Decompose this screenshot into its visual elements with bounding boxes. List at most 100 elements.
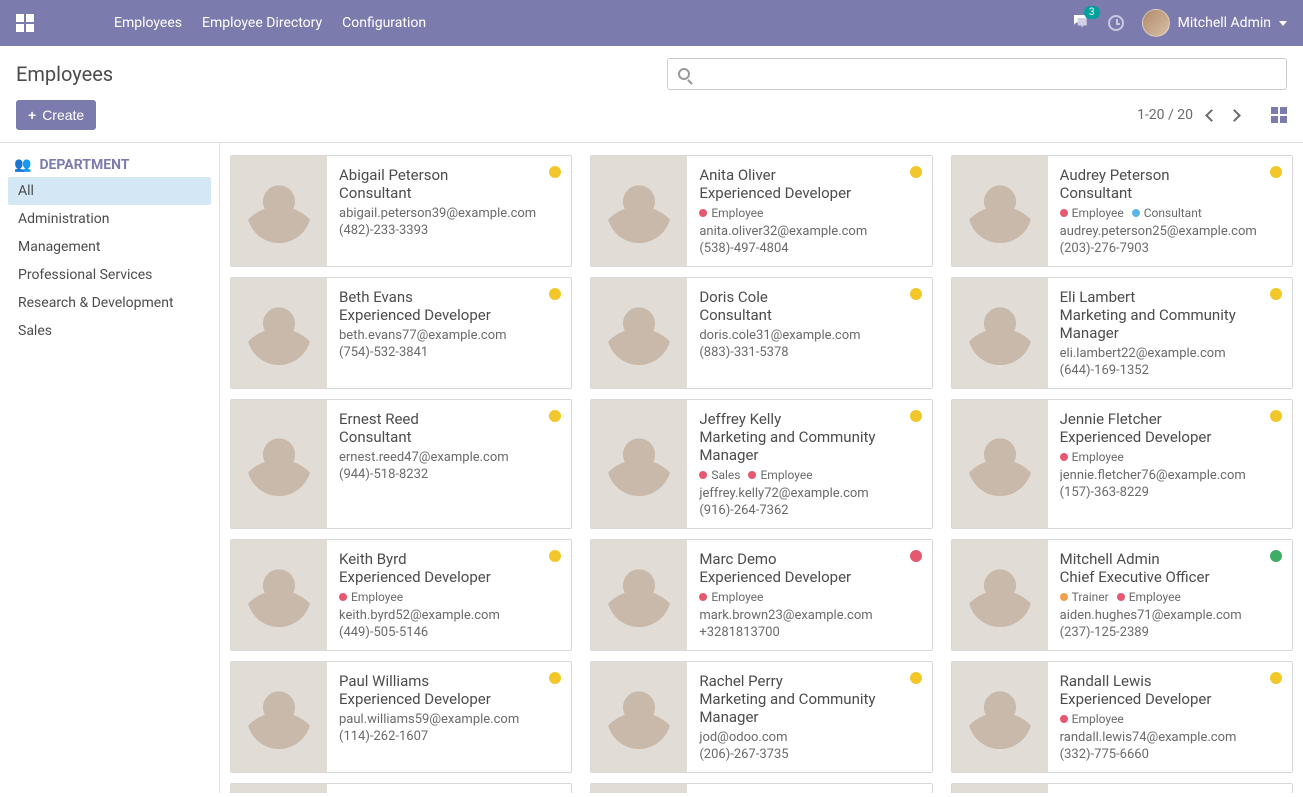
- employee-name: Jeffrey Kelly: [699, 410, 919, 428]
- controlbar: Employees: [0, 46, 1303, 96]
- employee-email: beth.evans77@example.com: [339, 328, 559, 343]
- status-dot[interactable]: [549, 550, 561, 562]
- employee-card[interactable]: Randall LewisExperienced DeveloperEmploy…: [951, 661, 1293, 773]
- employee-name: Anita Oliver: [699, 166, 919, 184]
- employee-grid: Abigail PetersonConsultantabigail.peters…: [230, 155, 1293, 793]
- topnav-item[interactable]: Configuration: [342, 15, 426, 31]
- employee-title: Experienced Developer: [339, 306, 559, 324]
- employee-card[interactable]: Marc DemoExperienced DeveloperEmployeema…: [590, 539, 932, 651]
- employee-photo: [231, 400, 327, 528]
- employee-card[interactable]: Ronnie HartChief Technical Officer: [230, 783, 572, 793]
- employee-card-body: Doris ColeConsultantdoris.cole31@example…: [687, 278, 931, 388]
- employee-card-body: Mitchell AdminChief Executive OfficerTra…: [1048, 540, 1292, 650]
- employee-card-body: Jeffrey KellyMarketing and Community Man…: [687, 400, 931, 528]
- employee-card[interactable]: Jeffrey KellyMarketing and Community Man…: [590, 399, 932, 529]
- pager-next[interactable]: [1228, 109, 1241, 122]
- activity-icon[interactable]: [1108, 15, 1124, 31]
- topnav-item[interactable]: Employees: [114, 15, 182, 31]
- status-dot[interactable]: [549, 288, 561, 300]
- create-button[interactable]: + Create: [16, 100, 96, 130]
- employee-card[interactable]: Ernest ReedConsultanternest.reed47@examp…: [230, 399, 572, 529]
- messages-icon[interactable]: 3: [1070, 12, 1090, 34]
- status-dot[interactable]: [910, 288, 922, 300]
- employee-phone: +3281813700: [699, 625, 919, 640]
- employee-title: Chief Executive Officer: [1060, 568, 1280, 586]
- employee-phone: (449)-505-5146: [339, 625, 559, 640]
- content: Abigail PetersonConsultantabigail.peters…: [220, 143, 1303, 793]
- employee-photo: [231, 278, 327, 388]
- employee-email: ernest.reed47@example.com: [339, 450, 559, 465]
- sidebar: 👥 DEPARTMENT AllAdministrationManagement…: [0, 143, 220, 793]
- status-dot[interactable]: [910, 410, 922, 422]
- employee-card[interactable]: Paul WilliamsExperienced Developerpaul.w…: [230, 661, 572, 773]
- employee-photo: [231, 662, 327, 772]
- status-dot[interactable]: [1270, 672, 1282, 684]
- employee-email: aiden.hughes71@example.com: [1060, 608, 1280, 623]
- employee-tags: Employee: [1060, 712, 1280, 726]
- status-dot[interactable]: [910, 672, 922, 684]
- search-box[interactable]: [667, 58, 1287, 90]
- pager-prev[interactable]: [1205, 109, 1218, 122]
- employee-card[interactable]: Rachel PerryMarketing and Community Mana…: [590, 661, 932, 773]
- sidebar-item[interactable]: Administration: [8, 205, 211, 233]
- employee-name: Randall Lewis: [1060, 672, 1280, 690]
- controlbar-secondary: + Create 1-20 / 20: [0, 96, 1303, 142]
- main: 👥 DEPARTMENT AllAdministrationManagement…: [0, 142, 1303, 793]
- employee-tag: Employee: [1117, 590, 1181, 604]
- employee-card[interactable]: Doris ColeConsultantdoris.cole31@example…: [590, 277, 932, 389]
- employee-card[interactable]: Keith ByrdExperienced DeveloperEmployeek…: [230, 539, 572, 651]
- employee-card[interactable]: Anita OliverExperienced DeveloperEmploye…: [590, 155, 932, 267]
- employee-card[interactable]: Eli LambertMarketing and Community Manag…: [951, 277, 1293, 389]
- sidebar-header: 👥 DEPARTMENT: [8, 153, 211, 177]
- status-dot[interactable]: [549, 672, 561, 684]
- sidebar-item[interactable]: Sales: [8, 317, 211, 345]
- employee-name: Keith Byrd: [339, 550, 559, 568]
- employee-card[interactable]: Abigail PetersonConsultantabigail.peters…: [230, 155, 572, 267]
- status-dot[interactable]: [1270, 550, 1282, 562]
- status-dot[interactable]: [1270, 410, 1282, 422]
- status-dot[interactable]: [549, 410, 561, 422]
- employee-photo: [231, 156, 327, 266]
- search-input[interactable]: [698, 65, 1276, 83]
- employee-phone: (332)-775-6660: [1060, 747, 1280, 762]
- employee-card[interactable]: Tina WilliamsonHuman Resources Manager: [951, 783, 1293, 793]
- sidebar-item[interactable]: Professional Services: [8, 261, 211, 289]
- status-dot[interactable]: [1270, 166, 1282, 178]
- employee-card[interactable]: Beth EvansExperienced Developerbeth.evan…: [230, 277, 572, 389]
- employee-email: abigail.peterson39@example.com: [339, 206, 559, 221]
- employee-tags: Employee: [1060, 450, 1280, 464]
- user-menu[interactable]: Mitchell Admin: [1142, 9, 1287, 37]
- status-dot[interactable]: [549, 166, 561, 178]
- status-dot[interactable]: [1270, 288, 1282, 300]
- sidebar-item[interactable]: All: [8, 177, 211, 205]
- sidebar-item[interactable]: Research & Development: [8, 289, 211, 317]
- employee-email: jennie.fletcher76@example.com: [1060, 468, 1280, 483]
- kanban-view-icon[interactable]: [1271, 107, 1287, 123]
- employee-card-body: Beth EvansExperienced Developerbeth.evan…: [327, 278, 571, 388]
- employee-card-body: Jennie FletcherExperienced DeveloperEmpl…: [1048, 400, 1292, 528]
- pager: 1-20 / 20: [1137, 107, 1287, 123]
- status-dot[interactable]: [910, 166, 922, 178]
- employee-phone: (237)-125-2389: [1060, 625, 1280, 640]
- employee-card[interactable]: Sharlene RhodesExperienced Developer: [590, 783, 932, 793]
- employee-photo: [591, 400, 687, 528]
- employee-card-body: Eli LambertMarketing and Community Manag…: [1048, 278, 1292, 388]
- employee-photo: [591, 540, 687, 650]
- pager-text: 1-20 / 20: [1137, 107, 1193, 123]
- search-icon: [678, 68, 690, 80]
- sidebar-item[interactable]: Management: [8, 233, 211, 261]
- employee-card[interactable]: Audrey PetersonConsultantEmployeeConsult…: [951, 155, 1293, 267]
- topnav-item[interactable]: Employee Directory: [202, 15, 322, 31]
- employee-phone: (944)-518-8232: [339, 467, 559, 482]
- employee-card[interactable]: Jennie FletcherExperienced DeveloperEmpl…: [951, 399, 1293, 529]
- employee-phone: (206)-267-3735: [699, 747, 919, 762]
- employee-email: mark.brown23@example.com: [699, 608, 919, 623]
- status-dot[interactable]: [910, 550, 922, 562]
- employee-title: Experienced Developer: [699, 184, 919, 202]
- plus-icon: +: [28, 107, 36, 123]
- apps-icon[interactable]: [16, 14, 34, 32]
- employee-phone: (916)-264-7362: [699, 503, 919, 518]
- employee-card[interactable]: Mitchell AdminChief Executive OfficerTra…: [951, 539, 1293, 651]
- employee-card-body: Abigail PetersonConsultantabigail.peters…: [327, 156, 571, 266]
- employee-title: Marketing and Community Manager: [1060, 306, 1280, 342]
